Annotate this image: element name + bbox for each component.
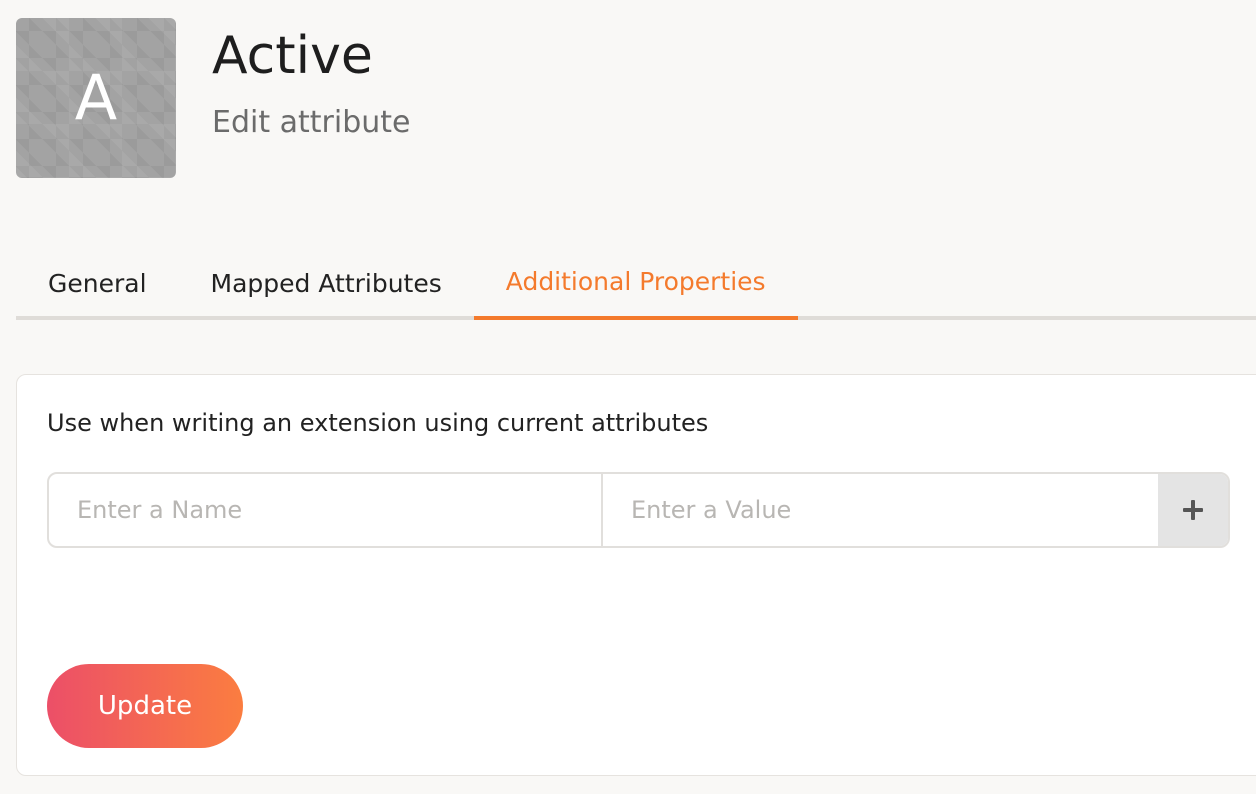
property-value-input[interactable] <box>603 474 1158 546</box>
tab-general[interactable]: General <box>16 250 179 316</box>
page-subtitle: Edit attribute <box>212 105 411 140</box>
property-name-input[interactable] <box>49 474 603 546</box>
plus-icon <box>1183 500 1203 520</box>
update-button[interactable]: Update <box>47 664 243 748</box>
additional-properties-card: Use when writing an extension using curr… <box>16 374 1256 776</box>
add-property-button[interactable] <box>1158 474 1228 546</box>
tab-bar: General Mapped Attributes Additional Pro… <box>16 250 1256 320</box>
tab-additional-properties[interactable]: Additional Properties <box>473 250 798 320</box>
avatar-letter: A <box>74 61 118 134</box>
page-title: Active <box>212 26 373 86</box>
property-input-row <box>47 472 1230 548</box>
card-description: Use when writing an extension using curr… <box>47 409 709 437</box>
avatar: A <box>16 18 176 178</box>
tab-mapped-attributes[interactable]: Mapped Attributes <box>179 250 474 316</box>
